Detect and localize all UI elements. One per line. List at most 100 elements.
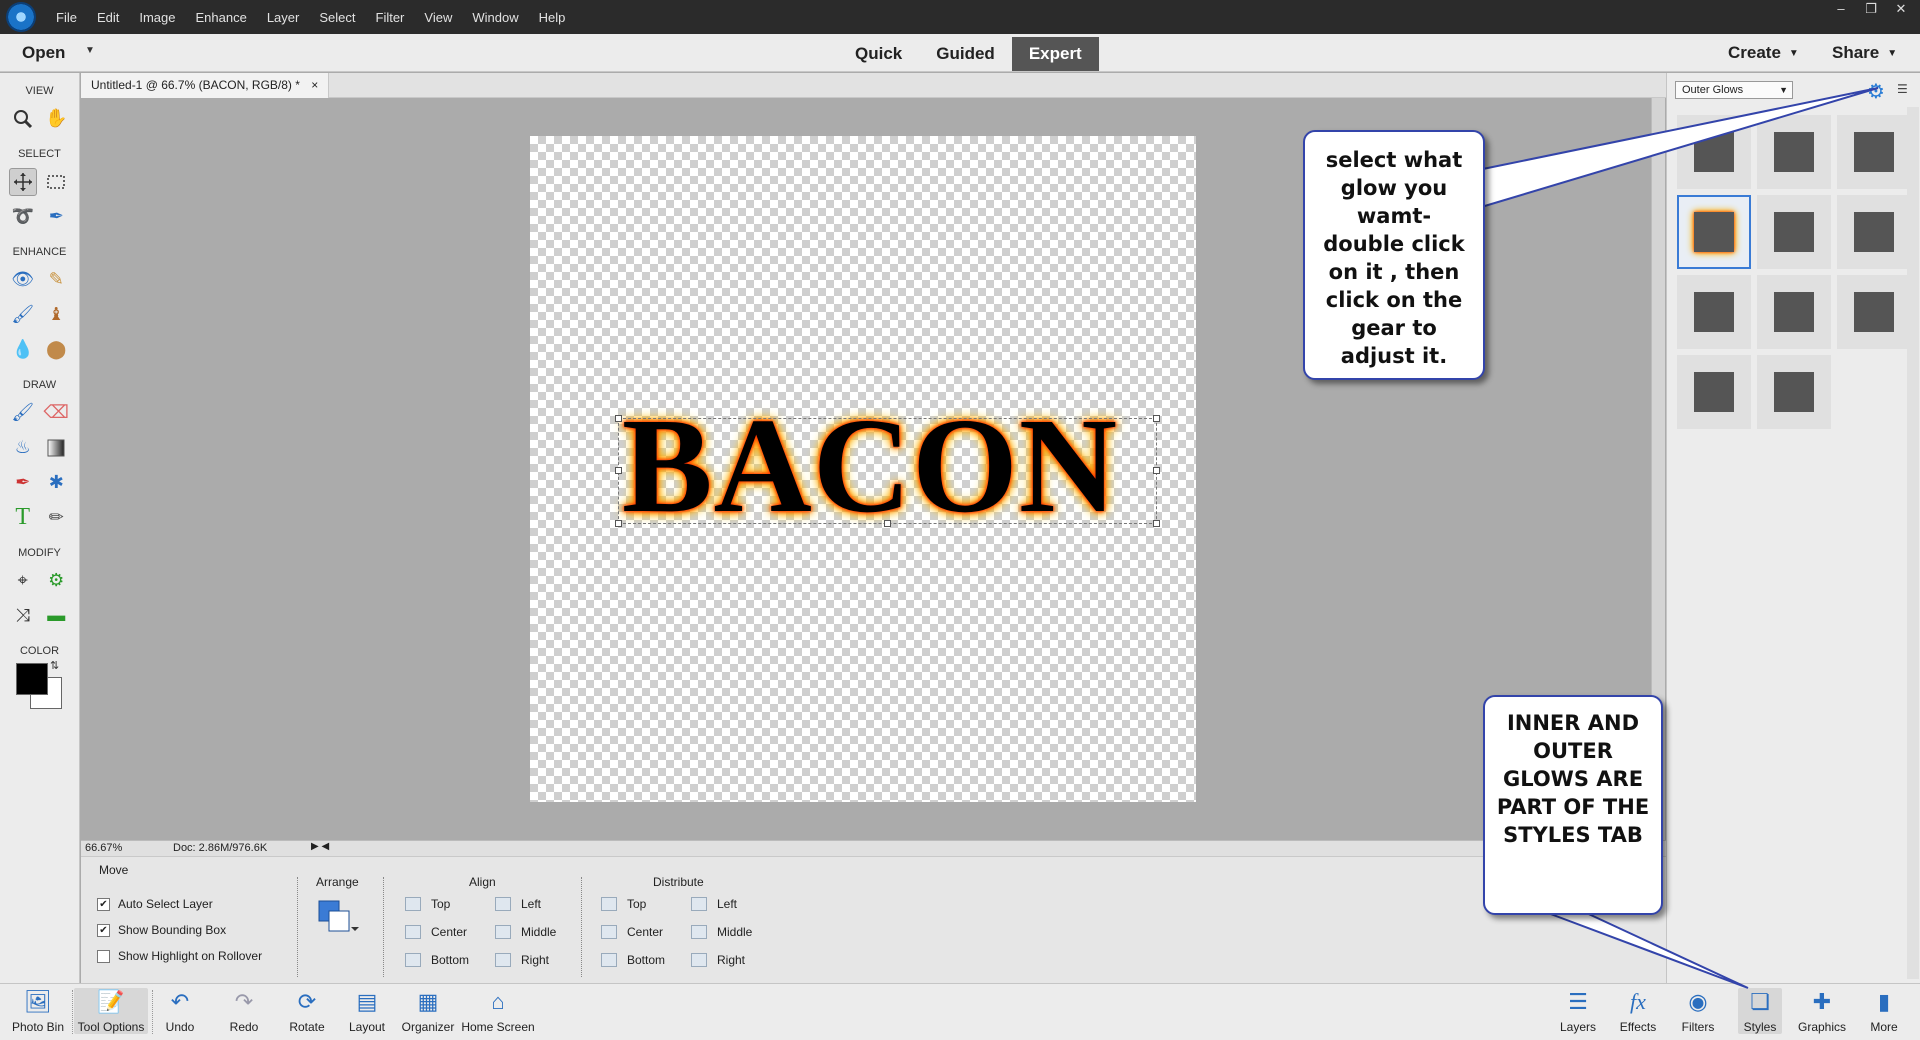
foreground-color-swatch[interactable] xyxy=(16,663,48,695)
tab-guided[interactable]: Guided xyxy=(919,37,1012,71)
menu-select[interactable]: Select xyxy=(309,10,365,25)
tab-expert[interactable]: Expert xyxy=(1011,37,1099,71)
style-thumbnail[interactable] xyxy=(1677,355,1751,429)
eraser-tool-icon[interactable]: ⌫ xyxy=(42,399,70,427)
smart-brush-icon[interactable]: 🖌 xyxy=(9,301,37,329)
auto-select-checkbox[interactable]: ✔ xyxy=(97,897,110,911)
document-canvas[interactable]: BACON xyxy=(530,136,1196,802)
style-thumbnail[interactable] xyxy=(1837,275,1911,349)
crop-tool-icon[interactable]: ⌖ xyxy=(9,567,37,595)
menu-help[interactable]: Help xyxy=(529,10,576,25)
zoom-level[interactable]: 66.67% xyxy=(85,842,141,854)
hand-tool-icon[interactable]: ✋ xyxy=(42,105,70,133)
eyedropper-icon[interactable]: ✒ xyxy=(9,469,37,497)
style-category-select[interactable]: Outer Glows ▼ xyxy=(1675,81,1793,99)
menu-edit[interactable]: Edit xyxy=(87,10,129,25)
style-thumbnail[interactable] xyxy=(1837,195,1911,269)
effects-button[interactable]: fx Effects xyxy=(1616,988,1660,1034)
content-aware-move-icon[interactable]: ⤨ xyxy=(9,602,37,630)
style-thumbnail[interactable] xyxy=(1677,115,1751,189)
transform-handle[interactable] xyxy=(615,520,622,527)
distribute-left-button[interactable]: Left xyxy=(691,897,737,911)
menu-enhance[interactable]: Enhance xyxy=(186,10,257,25)
styles-scrollbar[interactable] xyxy=(1907,107,1919,979)
panel-menu-icon[interactable]: ☰ xyxy=(1897,82,1908,96)
align-top-button[interactable]: Top xyxy=(405,897,450,911)
show-highlight-option[interactable]: Show Highlight on Rollover xyxy=(97,949,262,963)
show-bbox-checkbox[interactable]: ✔ xyxy=(97,923,110,937)
custom-shape-icon[interactable]: ✱ xyxy=(42,469,70,497)
pencil-tool-icon[interactable]: ✏ xyxy=(42,504,70,532)
status-arrows-icon[interactable]: ▶ ◀ xyxy=(311,841,329,852)
share-button[interactable]: Share ▼ xyxy=(1832,43,1897,63)
show-highlight-checkbox[interactable] xyxy=(97,949,110,963)
style-thumbnail[interactable] xyxy=(1837,115,1911,189)
transform-handle[interactable] xyxy=(1153,467,1160,474)
brush-tool-icon[interactable]: 🖌 xyxy=(9,399,37,427)
close-icon[interactable]: × xyxy=(311,78,318,92)
home-screen-button[interactable]: ⌂ Home Screen xyxy=(460,988,536,1034)
tool-options-button[interactable]: 📝 Tool Options xyxy=(74,988,148,1034)
move-tool-icon[interactable] xyxy=(8,167,37,196)
minimize-button[interactable]: – xyxy=(1826,0,1856,20)
create-button[interactable]: Create ▼ xyxy=(1728,43,1799,63)
layers-button[interactable]: ☰ Layers xyxy=(1556,988,1600,1034)
style-thumbnail[interactable] xyxy=(1677,275,1751,349)
menu-layer[interactable]: Layer xyxy=(257,10,310,25)
style-thumbnail[interactable] xyxy=(1677,195,1751,269)
align-left-button[interactable]: Left xyxy=(495,897,541,911)
auto-select-layer-option[interactable]: ✔ Auto Select Layer xyxy=(97,897,213,911)
align-center-button[interactable]: Center xyxy=(405,925,467,939)
paint-bucket-icon[interactable]: ♨ xyxy=(9,434,37,462)
quick-selection-tool-icon[interactable]: ✒ xyxy=(42,203,70,231)
transform-handle[interactable] xyxy=(1153,520,1160,527)
sponge-tool-icon[interactable]: ⬤ xyxy=(42,336,70,364)
type-tool-icon[interactable]: T xyxy=(9,504,37,532)
clone-stamp-icon[interactable]: ♝ xyxy=(42,301,70,329)
graphics-button[interactable]: ✚ Graphics xyxy=(1794,988,1850,1034)
menu-view[interactable]: View xyxy=(414,10,462,25)
organizer-button[interactable]: ▦ Organizer xyxy=(400,988,456,1034)
filters-button[interactable]: ◉ Filters xyxy=(1676,988,1720,1034)
layout-button[interactable]: ▤ Layout xyxy=(344,988,390,1034)
distribute-middle-button[interactable]: Middle xyxy=(691,925,752,939)
show-bounding-box-option[interactable]: ✔ Show Bounding Box xyxy=(97,923,226,937)
open-dropdown-icon[interactable]: ▼ xyxy=(85,45,95,56)
distribute-top-button[interactable]: Top xyxy=(601,897,646,911)
straighten-tool-icon[interactable]: ▬ xyxy=(42,602,70,630)
transform-handle[interactable] xyxy=(884,520,891,527)
menu-file[interactable]: File xyxy=(46,10,87,25)
distribute-bottom-button[interactable]: Bottom xyxy=(601,953,665,967)
lasso-tool-icon[interactable]: ➰ xyxy=(9,203,37,231)
more-button[interactable]: ▮ More xyxy=(1862,988,1906,1034)
distribute-center-button[interactable]: Center xyxy=(601,925,663,939)
transform-handle[interactable] xyxy=(1153,415,1160,422)
style-thumbnail[interactable] xyxy=(1757,115,1831,189)
healing-brush-icon[interactable]: ✎ xyxy=(42,266,70,294)
document-tab[interactable]: Untitled-1 @ 66.7% (BACON, RGB/8) * × xyxy=(81,73,330,98)
marquee-tool-icon[interactable] xyxy=(42,168,70,196)
tab-quick[interactable]: Quick xyxy=(838,37,919,71)
gradient-tool-icon[interactable] xyxy=(42,434,70,462)
transform-handle[interactable] xyxy=(615,467,622,474)
restore-button[interactable]: ❐ xyxy=(1856,0,1886,20)
menu-filter[interactable]: Filter xyxy=(366,10,415,25)
redo-button[interactable]: ↷ Redo xyxy=(222,988,266,1034)
style-thumbnail[interactable] xyxy=(1757,275,1831,349)
align-bottom-button[interactable]: Bottom xyxy=(405,953,469,967)
align-middle-button[interactable]: Middle xyxy=(495,925,556,939)
gear-icon[interactable]: ⚙ xyxy=(1867,79,1885,104)
menu-window[interactable]: Window xyxy=(462,10,528,25)
arrange-button[interactable] xyxy=(317,899,359,935)
red-eye-tool-icon[interactable]: 👁 xyxy=(9,266,37,294)
swap-colors-icon[interactable]: ⇅ xyxy=(50,659,59,672)
undo-button[interactable]: ↶ Undo xyxy=(158,988,202,1034)
close-window-button[interactable]: ✕ xyxy=(1886,0,1916,20)
transform-handle[interactable] xyxy=(615,415,622,422)
style-thumbnail[interactable] xyxy=(1757,195,1831,269)
menu-image[interactable]: Image xyxy=(129,10,185,25)
align-right-button[interactable]: Right xyxy=(495,953,549,967)
style-thumbnail[interactable] xyxy=(1757,355,1831,429)
distribute-right-button[interactable]: Right xyxy=(691,953,745,967)
photo-bin-button[interactable]: 🖼 Photo Bin xyxy=(8,988,68,1034)
